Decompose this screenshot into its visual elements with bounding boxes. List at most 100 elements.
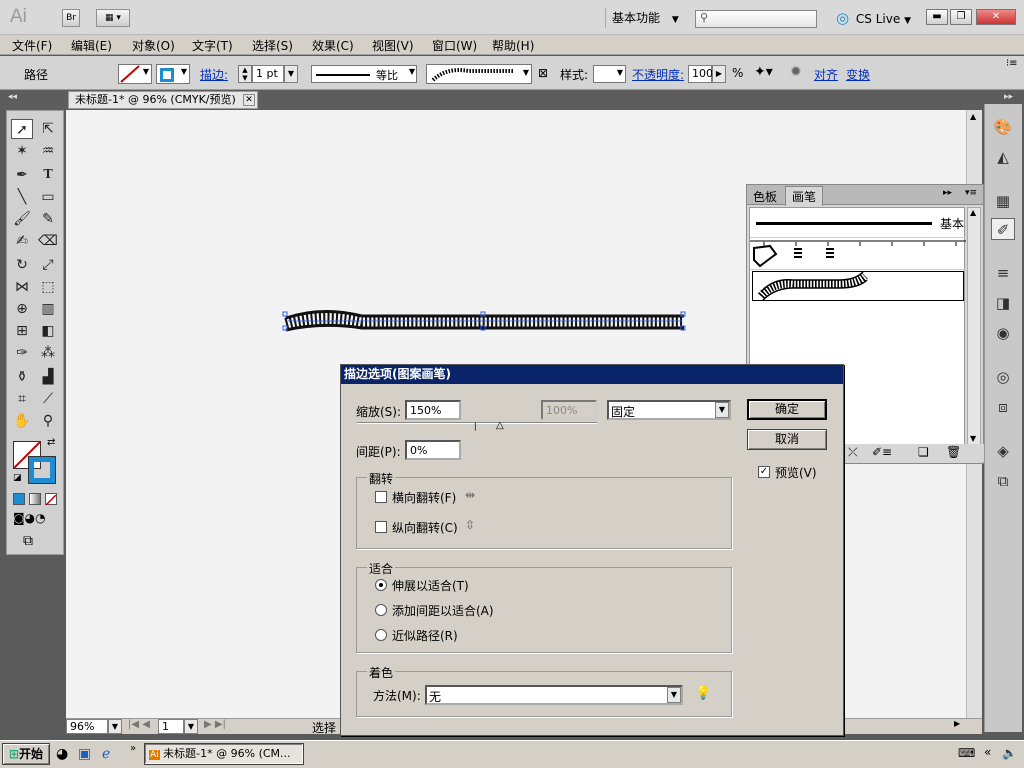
add-space-to-fit-radio[interactable] <box>375 604 387 616</box>
recolor-artwork-icon[interactable]: ✦▾ <box>754 64 773 80</box>
zoom-tool[interactable]: ⚲ <box>37 411 59 431</box>
swatches-panel-icon[interactable]: ▦ <box>991 190 1015 212</box>
stroke-swatch-dropdown[interactable]: ▼ <box>156 64 190 84</box>
menu-type[interactable]: 文字(T) <box>192 37 233 54</box>
paintbrush-tool[interactable]: 🖌 <box>11 209 33 229</box>
scale-input[interactable]: 150% <box>405 400 461 420</box>
tips-lightbulb-icon[interactable]: 💡 <box>695 686 711 701</box>
none-mode-icon[interactable] <box>45 493 57 506</box>
scale-tool[interactable]: ⤢ <box>37 255 59 275</box>
cs-live-menu[interactable]: ◎ CS Live ▼ <box>836 9 911 30</box>
column-graph-tool[interactable]: ▟ <box>37 367 59 387</box>
scroll-right-icon[interactable]: ▶ <box>954 719 960 728</box>
scroll-down-icon[interactable]: ▼ <box>970 434 976 443</box>
quick-launch-more-icon[interactable]: » <box>130 743 136 754</box>
direct-selection-tool[interactable]: ⇱ <box>37 119 59 139</box>
scale-slider-handle[interactable]: ▏ <box>475 423 480 431</box>
eyedropper-tool[interactable]: ✑ <box>11 343 33 363</box>
new-brush-icon[interactable]: ❏ <box>918 445 929 459</box>
last-artboard-icon[interactable]: ▶ ▶| <box>204 719 226 730</box>
stroke-panel-icon[interactable]: ≡ <box>991 262 1015 284</box>
artboard-tool[interactable]: ⌗ <box>11 389 33 409</box>
brush-list-scrollbar[interactable]: ▲ ▼ <box>967 207 981 449</box>
menu-window[interactable]: 窗口(W) <box>432 37 477 54</box>
brush-definition-dropdown[interactable]: ▼ <box>426 64 532 84</box>
pen-tool[interactable]: ✒ <box>11 165 33 185</box>
menu-help[interactable]: 帮助(H) <box>492 37 534 54</box>
arrange-documents-button[interactable]: ▦ ▾ <box>96 9 130 27</box>
panel-menu-icon[interactable]: ▾≡ <box>965 188 977 198</box>
minimize-button[interactable]: ▬ <box>926 9 948 25</box>
tab-swatches[interactable]: 色板 <box>753 188 777 205</box>
transform-link[interactable]: 变换 <box>846 66 870 83</box>
rectangle-tool[interactable]: ▭ <box>37 187 59 207</box>
scroll-up-icon[interactable]: ▲ <box>970 208 976 217</box>
fill-swatch-dropdown[interactable]: ▼ <box>118 64 152 84</box>
swap-colors-icon[interactable]: ⇄ <box>47 437 55 448</box>
drawing-modes-icon[interactable]: ◙◕◔ <box>13 511 46 525</box>
eraser-tool[interactable]: ⌫ <box>37 231 59 251</box>
symbol-sprayer-tool[interactable]: ⚱ <box>11 367 33 387</box>
ok-button[interactable]: 确定 <box>747 399 827 420</box>
zoom-level-field[interactable]: 96% <box>66 719 108 734</box>
scale-mode-select[interactable]: 固定 ▼ <box>607 400 731 420</box>
gradient-tool[interactable]: ◧ <box>37 321 59 341</box>
brushes-panel-icon[interactable]: ✐ <box>991 218 1015 240</box>
keyboard-icon[interactable]: ⌨ <box>958 746 975 760</box>
show-desktop-icon[interactable]: ▣ <box>78 746 91 762</box>
brush-item-pattern-tiles[interactable] <box>750 240 966 270</box>
slice-tool[interactable]: ⟋ <box>37 389 59 409</box>
stroke-weight-field[interactable]: ▲ ▼ 1 pt ▼ <box>238 65 300 83</box>
stretch-to-fit-radio[interactable] <box>375 579 387 591</box>
opacity-link[interactable]: 不透明度: <box>632 66 684 83</box>
mesh-tool[interactable]: ⊞ <box>11 321 33 341</box>
menu-view[interactable]: 视图(V) <box>372 37 414 54</box>
line-segment-tool[interactable]: ╲ <box>11 187 33 207</box>
collapse-right-icon[interactable]: ▸▸ <box>1004 92 1013 102</box>
perspective-grid-tool[interactable]: ▥ <box>37 299 59 319</box>
brush-options-icon[interactable]: ✐≡ <box>872 445 892 459</box>
type-tool[interactable]: T <box>37 165 59 185</box>
taskbar-illustrator-item[interactable]: Ai 未标题-1* @ 96% (CM... <box>144 743 304 765</box>
menu-edit[interactable]: 编辑(E) <box>71 37 112 54</box>
graphic-style-dropdown[interactable]: ▼ <box>593 65 626 83</box>
width-tool[interactable]: ⋈ <box>11 277 33 297</box>
menu-object[interactable]: 对象(O) <box>132 37 175 54</box>
stroke-weight-input[interactable]: 1 pt <box>252 65 284 83</box>
color-mode-icon[interactable] <box>13 493 25 505</box>
variable-width-profile-dropdown[interactable]: 等比 ▼ <box>311 65 417 83</box>
restore-button[interactable]: ❐ <box>950 9 972 25</box>
preview-checkbox[interactable]: ✓ <box>758 466 770 478</box>
approximate-path-radio[interactable] <box>375 629 387 641</box>
menu-file[interactable]: 文件(F) <box>12 37 52 54</box>
stroke-swatch[interactable] <box>28 456 56 484</box>
chevron-down-icon[interactable]: ▼ <box>184 719 198 734</box>
document-tab[interactable]: 未标题-1* @ 96% (CMYK/预览) ✕ <box>68 91 258 109</box>
internet-explorer-icon[interactable]: ℯ <box>102 746 110 762</box>
brush-options-icon[interactable]: ⊠ <box>538 66 548 80</box>
artboards-panel-icon[interactable]: ⧉ <box>991 470 1015 492</box>
chevron-down-icon[interactable]: ▼ <box>284 65 298 83</box>
opacity-slider-arrow[interactable]: ▶ <box>712 65 726 83</box>
brush-item-railroad-selected[interactable] <box>752 271 964 301</box>
artboard-number-field[interactable]: 1 <box>158 719 184 734</box>
rotate-tool[interactable]: ↻ <box>11 255 33 275</box>
color-panel-icon[interactable]: 🎨 <box>991 116 1015 138</box>
tray-expand-icon[interactable]: « <box>984 745 991 759</box>
bridge-button[interactable]: Br <box>62 9 80 27</box>
stroke-panel-link[interactable]: 描边: <box>200 66 228 83</box>
flip-across-checkbox[interactable] <box>375 521 387 533</box>
hand-tool[interactable]: ✋ <box>11 411 33 431</box>
flip-along-checkbox[interactable] <box>375 491 387 503</box>
railroad-path-artwork[interactable] <box>282 308 692 336</box>
cancel-button[interactable]: 取消 <box>747 429 827 450</box>
chrome-icon[interactable]: ◕ <box>56 746 68 762</box>
blend-tool[interactable]: ⁂ <box>37 343 59 363</box>
default-colors-icon[interactable]: ◪ <box>13 473 22 483</box>
menu-effect[interactable]: 效果(C) <box>312 37 354 54</box>
first-artboard-icon[interactable]: |◀ ◀ <box>128 719 150 730</box>
close-tab-icon[interactable]: ✕ <box>243 94 255 106</box>
scroll-up-icon[interactable]: ▲ <box>970 112 976 121</box>
shape-builder-tool[interactable]: ⊕ <box>11 299 33 319</box>
pencil-tool[interactable]: ✎ <box>37 209 59 229</box>
